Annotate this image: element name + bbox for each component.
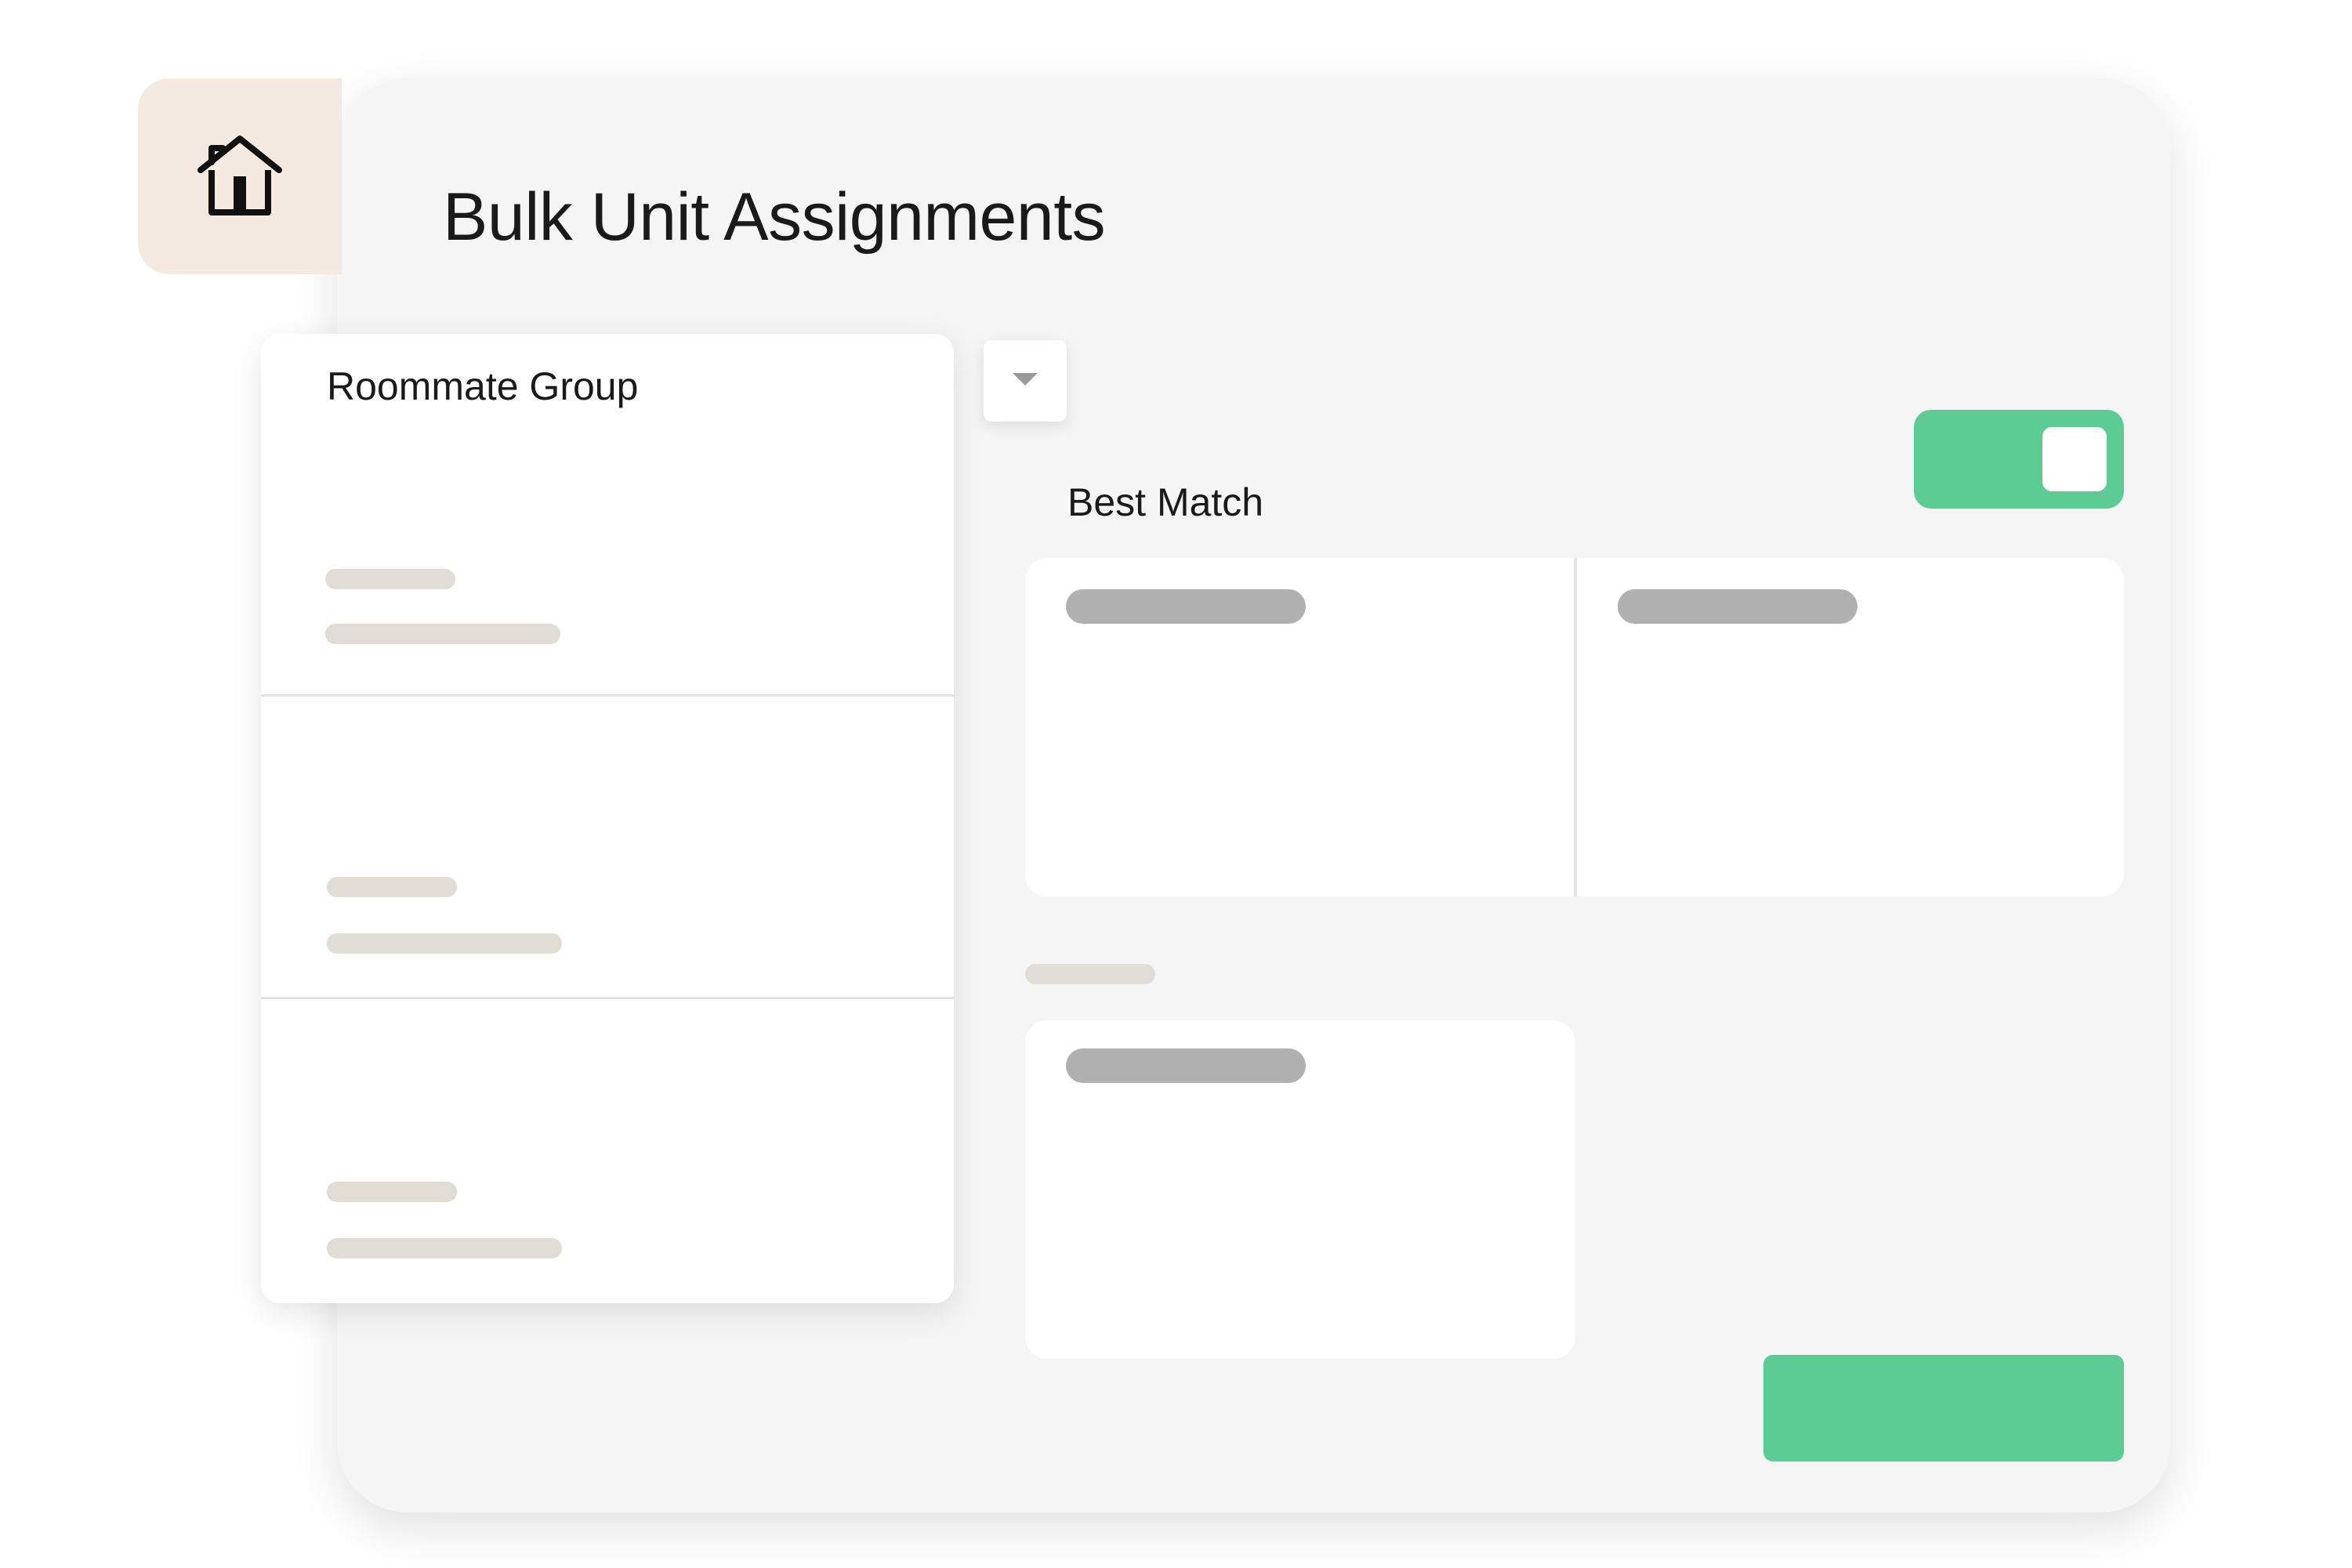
divider [1574,558,1577,896]
toggle-knob [2042,427,2107,491]
placeholder-title [1066,589,1306,624]
page-title: Bulk Unit Assignments [443,179,1106,255]
placeholder-line [327,933,562,954]
best-match-toggle[interactable] [1914,410,2124,509]
roommate-group-row[interactable] [261,334,954,697]
chevron-down-icon [1011,371,1039,391]
roommate-group-row[interactable] [261,999,954,1303]
placeholder-title [1618,589,1857,624]
placeholder-line [327,877,457,897]
home-tile[interactable] [138,78,342,274]
roommate-group-row[interactable] [261,694,954,999]
placeholder-line [327,1182,457,1202]
best-match-label: Best Match [1067,480,1264,524]
placeholder-line [325,569,455,589]
match-card [1025,1020,1575,1359]
roommate-group-card: Roommate Group [261,334,954,1303]
placeholder-title [1066,1048,1306,1083]
home-icon [193,132,287,220]
dropdown-button[interactable] [984,340,1067,422]
placeholder-line [1025,964,1155,984]
submit-button[interactable] [1763,1355,2124,1461]
best-match-card [1025,558,2124,896]
placeholder-line [327,1238,562,1258]
placeholder-line [325,624,560,644]
